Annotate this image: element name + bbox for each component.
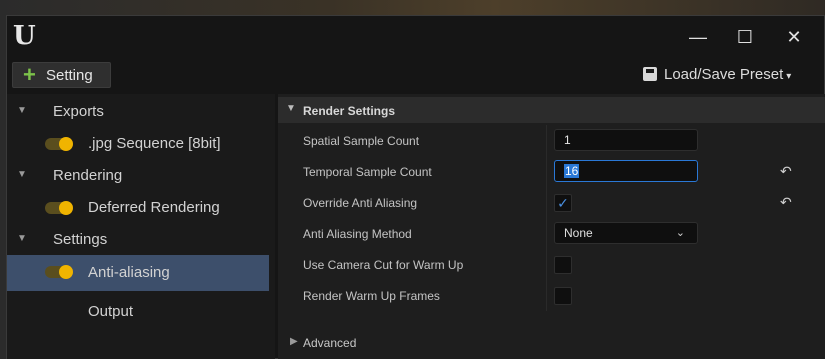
- settings-tree: ▼ Exports .jpg Sequence [8bit] ▼ Renderi…: [7, 94, 275, 359]
- property-render-warm-up-frames: Render Warm Up Frames: [278, 280, 825, 311]
- property-label: Override Anti Aliasing: [303, 196, 418, 210]
- enable-toggle[interactable]: [45, 137, 73, 151]
- column-divider: [546, 280, 547, 311]
- temporal-sample-count-input[interactable]: 16: [554, 160, 698, 182]
- save-disk-icon: [643, 67, 657, 81]
- reset-to-default-icon[interactable]: ↶: [780, 194, 792, 211]
- plus-icon: +: [23, 62, 36, 87]
- property-use-camera-cut-warm-up: Use Camera Cut for Warm Up: [278, 249, 825, 280]
- select-value: None: [564, 226, 593, 240]
- property-override-anti-aliasing: Override Anti Aliasing ✓ ↶: [278, 187, 825, 218]
- expand-arrow-icon[interactable]: ▶: [290, 336, 298, 347]
- toolbar: + Setting Load/Save Preset ▾: [7, 60, 824, 90]
- tree-label: Settings: [53, 231, 108, 248]
- tree-label: .jpg Sequence [8bit]: [88, 135, 221, 152]
- column-divider: [546, 125, 547, 156]
- collapse-arrow-icon[interactable]: ▼: [17, 105, 27, 116]
- chevron-down-icon: ⌄: [675, 227, 685, 239]
- selected-text: 16: [564, 164, 580, 178]
- property-label: Render Warm Up Frames: [303, 289, 440, 303]
- property-spatial-sample-count: Spatial Sample Count 1: [278, 125, 825, 156]
- render-settings-header[interactable]: ▼ Render Settings: [278, 97, 825, 123]
- tree-item-anti-aliasing[interactable]: Anti-aliasing: [7, 255, 269, 291]
- advanced-section-header[interactable]: ▶ Advanced: [278, 329, 825, 355]
- tree-label: Rendering: [53, 167, 123, 184]
- load-save-preset-button[interactable]: Load/Save Preset ▾: [643, 66, 791, 83]
- column-divider: [546, 187, 547, 218]
- reset-to-default-icon[interactable]: ↶: [780, 163, 792, 180]
- tree-label: Exports: [53, 103, 104, 120]
- details-panel: ▼ Render Settings Spatial Sample Count 1…: [278, 94, 825, 359]
- tree-label: Anti-aliasing: [88, 264, 170, 281]
- unreal-logo-icon: U: [13, 21, 36, 51]
- preset-label: Load/Save Preset: [664, 66, 784, 83]
- collapse-arrow-icon[interactable]: ▼: [286, 103, 296, 114]
- tree-item-output[interactable]: Output: [7, 291, 269, 329]
- add-setting-button[interactable]: + Setting: [12, 62, 111, 88]
- spatial-sample-count-input[interactable]: 1: [554, 129, 698, 151]
- use-camera-cut-checkbox[interactable]: [554, 256, 572, 274]
- anti-aliasing-method-select[interactable]: None ⌄: [554, 222, 698, 244]
- enable-toggle[interactable]: [45, 201, 73, 215]
- title-bar: U — ☐ ✕: [7, 16, 824, 58]
- column-divider: [546, 249, 547, 280]
- column-divider: [546, 218, 547, 249]
- override-anti-aliasing-checkbox[interactable]: ✓: [554, 194, 572, 212]
- caret-down-icon: ▾: [786, 71, 792, 82]
- tree-group-exports[interactable]: ▼ Exports: [7, 95, 269, 129]
- render-warm-up-frames-checkbox[interactable]: [554, 287, 572, 305]
- property-anti-aliasing-method: Anti Aliasing Method None ⌄: [278, 218, 825, 249]
- minimize-button[interactable]: —: [683, 24, 713, 50]
- enable-toggle[interactable]: [45, 265, 73, 279]
- tree-group-rendering[interactable]: ▼ Rendering: [7, 159, 269, 193]
- tree-label: Output: [88, 303, 134, 320]
- add-setting-label: Setting: [46, 67, 93, 84]
- property-label: Temporal Sample Count: [303, 165, 432, 179]
- tree-label: Deferred Rendering: [88, 199, 220, 216]
- collapse-arrow-icon[interactable]: ▼: [17, 233, 27, 244]
- tree-item-deferred-rendering[interactable]: Deferred Rendering: [7, 191, 269, 225]
- collapse-arrow-icon[interactable]: ▼: [17, 169, 27, 180]
- property-label: Spatial Sample Count: [303, 134, 420, 148]
- property-temporal-sample-count: Temporal Sample Count 16 ↶: [278, 156, 825, 187]
- tree-item-jpg-sequence[interactable]: .jpg Sequence [8bit]: [7, 127, 269, 161]
- advanced-label: Advanced: [303, 336, 357, 350]
- section-title: Render Settings: [303, 104, 396, 118]
- property-label: Use Camera Cut for Warm Up: [303, 258, 464, 272]
- close-button[interactable]: ✕: [779, 24, 809, 50]
- render-settings-window: U — ☐ ✕ + Setting Load/Save Preset ▾ ▼ Ex…: [6, 15, 825, 359]
- maximize-button[interactable]: ☐: [730, 24, 760, 50]
- tree-group-settings[interactable]: ▼ Settings: [7, 223, 269, 257]
- property-label: Anti Aliasing Method: [303, 227, 412, 241]
- column-divider: [546, 156, 547, 187]
